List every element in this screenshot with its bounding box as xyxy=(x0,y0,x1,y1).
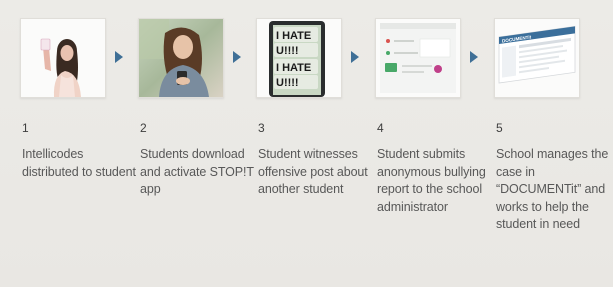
step-description: Student witnesses offensive post about a… xyxy=(258,147,368,197)
step-description: School manages the case in “DOCUMENTit” … xyxy=(496,147,609,232)
step-4-image xyxy=(375,18,461,98)
step-2-image xyxy=(138,18,224,98)
step-number: 2 xyxy=(140,121,147,135)
phone-text: I HATE xyxy=(276,62,311,74)
step-3-image: I HATE U!!!! I HATE U!!!! xyxy=(256,18,342,98)
girl-holding-card-photo xyxy=(21,19,105,97)
step-1-image xyxy=(20,18,106,98)
step-4: 4 Student submits anonymous bullying rep… xyxy=(375,0,490,287)
step-5: DOCUMENTit 5 School manages the case in … xyxy=(494,0,609,287)
step-description: Students download and activate STOP!T ap… xyxy=(140,147,254,197)
step-3: I HATE U!!!! I HATE U!!!! 3 Student witn… xyxy=(256,0,371,287)
step-number: 3 xyxy=(258,121,265,135)
phone-text: I HATE xyxy=(276,30,311,42)
arrow-right-icon xyxy=(470,51,478,63)
documentit-dashboard-screen: DOCUMENTit xyxy=(495,19,579,97)
step-number: 5 xyxy=(496,121,503,135)
arrow-right-icon xyxy=(351,51,359,63)
girl-using-phone-photo xyxy=(139,19,223,97)
phone-text: U!!!! xyxy=(276,45,299,57)
app-report-screen-photo xyxy=(376,19,460,97)
step-number: 4 xyxy=(377,121,384,135)
phone-screen-photo: I HATE U!!!! I HATE U!!!! xyxy=(257,19,341,97)
phone-text: U!!!! xyxy=(276,77,299,89)
process-diagram: 1 Intellicodes distributed to student 2 … xyxy=(0,0,613,287)
step-description: Student submits anonymous bullying repor… xyxy=(377,147,486,214)
step-2: 2 Students download and activate STOP!T … xyxy=(138,0,254,287)
step-1: 1 Intellicodes distributed to student xyxy=(20,0,136,287)
arrow-right-icon xyxy=(115,51,123,63)
step-number: 1 xyxy=(22,121,29,135)
step-description: Intellicodes distributed to student xyxy=(22,147,136,179)
arrow-right-icon xyxy=(233,51,241,63)
step-5-image: DOCUMENTit xyxy=(494,18,580,98)
